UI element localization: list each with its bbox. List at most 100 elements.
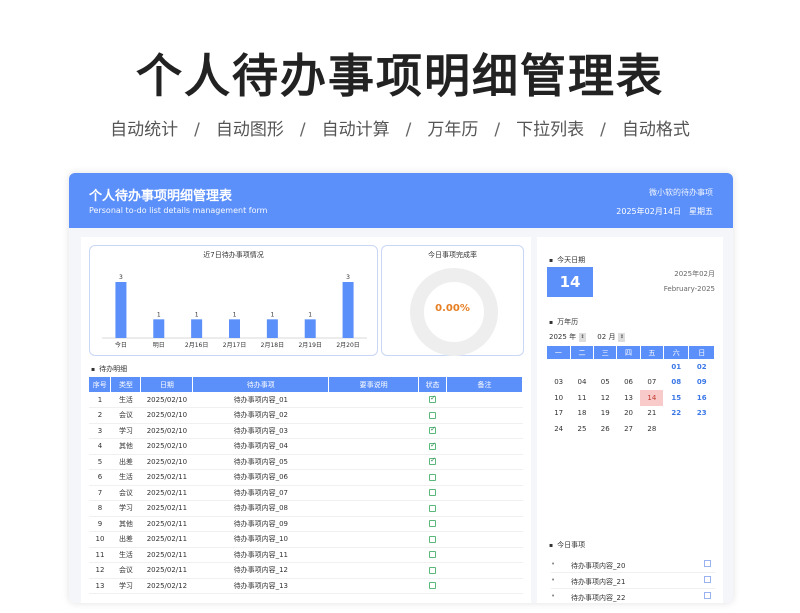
calendar-day[interactable]: 21 (640, 406, 663, 422)
panel-title: 个人待办事项明细管理表 (89, 189, 233, 204)
calendar-day[interactable]: 08 (663, 375, 688, 391)
cell-status (418, 531, 447, 548)
calendar-day[interactable]: 15 (663, 390, 688, 406)
table-row: 3 学习 2025/02/10 待办事项内容_03 (89, 423, 523, 439)
cell-date: 2025/02/11 (140, 562, 193, 579)
cell-no: 2 (89, 407, 111, 424)
checkbox-icon[interactable] (704, 576, 711, 583)
checkbox-icon[interactable] (429, 582, 437, 590)
calendar-day[interactable]: 10 (547, 390, 570, 406)
checkbox-icon[interactable] (704, 592, 711, 599)
calendar-day[interactable]: 24 (547, 421, 570, 437)
panel-subtitle: Personal to-do list details management f… (89, 206, 268, 215)
cell-status (418, 485, 447, 501)
cell-remark (446, 531, 523, 548)
calendar-day[interactable]: 26 (594, 421, 617, 437)
cell-type: 生活 (110, 547, 141, 563)
cell-item: 待办事项内容_11 (192, 547, 329, 563)
calendar-day (617, 359, 640, 375)
cell-note (328, 392, 419, 408)
checked-checkbox-icon[interactable] (429, 441, 437, 450)
cell-remark (446, 407, 523, 424)
cell-type: 出差 (110, 531, 141, 548)
month-value[interactable]: 02 (597, 333, 606, 341)
today-item: • 待办事项内容_21 (551, 573, 715, 589)
feature-separator: / (405, 120, 412, 140)
calendar-week: 03 04 05 06 07 08 09 (547, 375, 715, 391)
calendar-day[interactable]: 13 (617, 390, 640, 406)
cell-status (418, 469, 447, 486)
bar (266, 319, 278, 338)
month-spinner-icon[interactable]: ⇕ (618, 332, 626, 342)
calendar-day[interactable]: 09 (689, 375, 715, 391)
feature-label: 万年历 (427, 120, 479, 140)
year-spinner-icon[interactable]: ⇕ (579, 332, 587, 342)
checked-checkbox-icon[interactable] (429, 456, 437, 466)
checkbox-icon[interactable] (429, 473, 437, 481)
cell-no: 4 (89, 438, 111, 455)
cell-item: 待办事项内容_09 (192, 516, 329, 532)
checkbox-icon[interactable] (429, 551, 437, 559)
cell-type: 学习 (110, 578, 141, 594)
calendar-day[interactable]: 07 (640, 375, 663, 391)
calendar-day[interactable]: 04 (570, 375, 593, 391)
checked-checkbox-icon[interactable] (429, 425, 437, 435)
table-row: 9 其他 2025/02/11 待办事项内容_09 (89, 516, 523, 532)
feature-label: 自动统计 (110, 120, 179, 140)
cell-note (328, 407, 419, 424)
weekly-chart: 近7日待办事项情况 3 今日 1 明日 1 2月16日 1 2月17日 1 2月18日 1 2月19日… (89, 245, 378, 356)
calendar-day[interactable]: 23 (689, 406, 715, 422)
calendar-day[interactable]: 11 (570, 390, 593, 406)
cell-type: 其他 (110, 438, 141, 455)
checkbox-icon[interactable] (429, 535, 437, 543)
calendar-day[interactable]: 18 (570, 406, 593, 422)
cell-status (418, 392, 447, 408)
checkbox-icon[interactable] (429, 411, 437, 419)
cell-status (418, 407, 447, 424)
calendar-day[interactable]: 28 (640, 421, 663, 437)
cell-item: 待办事项内容_13 (192, 578, 329, 594)
cell-status (418, 438, 447, 455)
checkbox-icon[interactable] (429, 566, 437, 574)
checkbox-icon[interactable] (704, 560, 711, 567)
hero-title: 个人待办事项明细管理表 (136, 49, 664, 103)
calendar-day[interactable]: 14 (640, 390, 664, 406)
calendar-day[interactable]: 02 (689, 359, 715, 375)
table-row: 8 学习 2025/02/11 待办事项内容_08 (89, 500, 523, 517)
feature-separator: / (494, 120, 501, 140)
calendar-day[interactable]: 25 (570, 421, 593, 437)
calendar-day[interactable]: 01 (663, 359, 688, 375)
today-item: • 待办事项内容_20 (551, 557, 715, 573)
weekday-header: 一 (547, 346, 571, 359)
calendar-day (640, 359, 663, 375)
cell-date: 2025/02/11 (140, 485, 193, 501)
year-value[interactable]: 2025 (549, 333, 567, 341)
cell-remark (446, 516, 523, 532)
checkbox-icon[interactable] (429, 520, 437, 528)
calendar-day[interactable]: 16 (689, 390, 715, 406)
calendar-day[interactable]: 03 (547, 375, 570, 391)
cell-type: 会议 (110, 485, 141, 501)
calendar-day[interactable]: 12 (594, 390, 617, 406)
weekday-header: 二 (570, 346, 595, 359)
feature-separator: / (194, 120, 200, 140)
calendar-day[interactable]: 06 (617, 375, 640, 391)
checkbox-icon[interactable] (429, 489, 437, 497)
calendar-day[interactable]: 22 (663, 406, 688, 422)
today-items-list: • 待办事项内容_20 • 待办事项内容_21 • 待办事项内容_22 (551, 557, 715, 603)
cell-status (418, 516, 447, 532)
checkbox-icon[interactable] (429, 504, 437, 512)
calendar-day (570, 359, 593, 375)
table-row: 6 生活 2025/02/11 待办事项内容_06 (89, 469, 523, 486)
calendar-day[interactable]: 05 (594, 375, 617, 391)
cell-date: 2025/02/11 (140, 500, 193, 517)
checked-checkbox-icon[interactable] (429, 394, 437, 403)
calendar-day[interactable]: 20 (617, 406, 640, 422)
calendar-day[interactable]: 27 (617, 421, 640, 437)
calendar-day[interactable]: 19 (594, 406, 617, 422)
calendar-day (547, 359, 570, 375)
bullet-icon: • (551, 560, 556, 568)
cell-remark (446, 454, 523, 470)
calendar-day[interactable]: 17 (547, 406, 570, 422)
completion-rate-chart: 今日事项完成率 0.00% (381, 245, 524, 356)
